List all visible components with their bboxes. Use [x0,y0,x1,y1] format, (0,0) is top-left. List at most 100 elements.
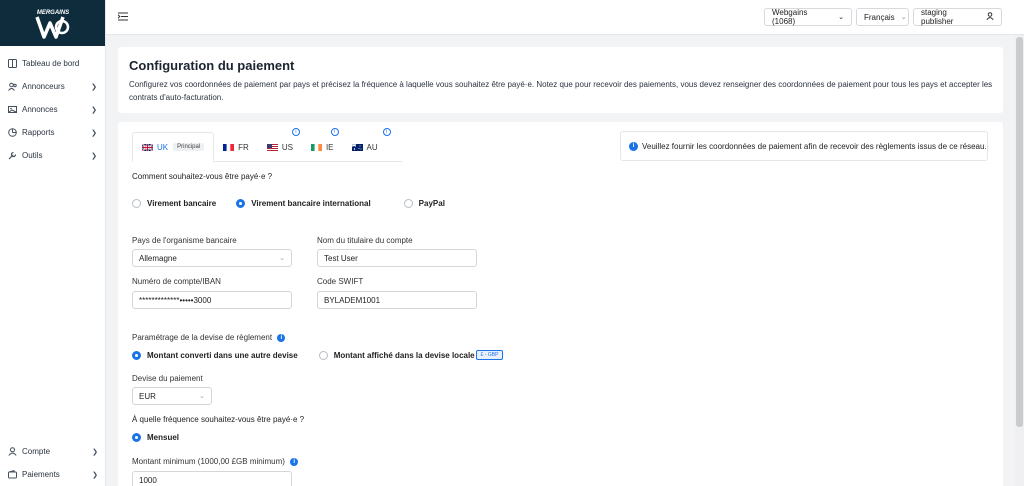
language-label: Français [864,12,895,22]
payment-currency-select[interactable]: EUR ⌄ [132,387,212,405]
radio-circle[interactable] [132,199,141,208]
wallet-icon [8,470,17,479]
help-icon[interactable]: i [290,457,299,466]
radio-circle[interactable] [318,350,328,360]
radio-label: Montant converti dans une autre devise [147,350,298,360]
tab-label: AU [366,142,378,152]
sidebar-item-label: Paiements [22,470,60,479]
sidebar-item-label: Annonces [22,105,58,114]
info-icon[interactable]: i [330,128,339,136]
radio-circle[interactable] [403,199,413,208]
logo[interactable]: MERGAINS [0,0,105,46]
sidebar-item-compte[interactable]: Compte ❯ [0,440,106,463]
collapse-menu-icon[interactable] [117,12,128,24]
sidebar-nav: Tableau de bord Annonceurs ❯ Annonces ❯ … [0,52,105,167]
tab-ie[interactable]: IE i [302,128,343,162]
radio-label: PayPal [418,199,445,208]
radio-circle-selected[interactable] [132,433,141,442]
user-label: staging publisher [921,8,954,26]
minimum-amount-input[interactable]: 1000 [132,471,292,486]
chevron-down-icon: ❯ [91,106,97,114]
user-icon [8,447,17,456]
info-icon: i [629,141,638,151]
uk-flag-icon [141,142,154,152]
sidebar-item-paiements[interactable]: Paiements ❯ [0,463,106,486]
minimum-amount-label: Montant minimum (1000,00 £GB minimum) i [132,457,299,466]
language-selector[interactable]: Français ⌄ [856,8,909,26]
sidebar-item-rapports[interactable]: Rapports ❯ [0,121,105,144]
iban-input[interactable]: *************•••••3000 [132,291,292,309]
image-icon [8,105,17,114]
radio-local-amount[interactable]: Montant affiché dans la devise locale £ … [318,350,504,360]
fr-flag-icon [223,143,235,151]
sidebar-item-label: Tableau de bord [22,59,80,68]
chevron-down-icon: ❯ [91,152,97,160]
radio-virement-international[interactable]: Virement bancaire international [236,199,371,208]
sidebar-item-label: Rapports [22,128,55,137]
info-banner: i Veuillez fournir les coordonnées de pa… [620,131,988,161]
radio-label: Virement bancaire [147,199,217,208]
payment-currency-value: EUR [139,391,156,401]
country-tabs: UK Principal FR US i IE i AU i [132,128,402,162]
wrench-icon [8,151,17,160]
page-description: Configurez vos coordonnées de paiement p… [129,80,993,102]
tab-uk[interactable]: UK Principal [132,132,215,162]
chevron-down-icon: ⌄ [279,255,285,262]
tab-label: US [281,142,293,152]
radio-paypal[interactable]: PayPal [403,199,445,208]
swift-input[interactable]: BYLADEM1001 [317,291,477,309]
info-icon[interactable]: i [291,128,300,136]
chevron-down-icon: ❯ [91,83,97,91]
frequency-question: À quelle fréquence souhaitez-vous être p… [132,415,305,424]
bank-country-select[interactable]: Allemagne ⌄ [132,249,292,267]
dashboard-icon [8,59,17,68]
swift-value: BYLADEM1001 [324,295,381,305]
help-icon[interactable]: i [277,333,286,342]
sidebar-item-label: Annonceurs [22,82,65,91]
tab-label: IE [325,142,334,152]
radio-mensuel[interactable]: Mensuel [132,433,179,442]
page-header-card: Configuration du paiement Configurez vos… [118,47,1003,113]
account-holder-input[interactable]: Test User [317,249,477,267]
sidebar-item-outils[interactable]: Outils ❯ [0,144,105,167]
radio-label: Montant affiché dans la devise locale [333,350,475,360]
mergains-logo-icon: MERGAINS [34,10,69,39]
sidebar-item-label: Compte [22,447,51,456]
user-menu-button[interactable]: staging publisher [913,8,1002,26]
radio-converted-amount[interactable]: Montant converti dans une autre devise [132,350,298,360]
minimum-amount-value: 1000 [139,475,157,485]
tab-au[interactable]: AU i [343,128,391,162]
bank-country-value: Allemagne [139,253,177,263]
sidebar: MERGAINS Tableau de bord Annonceurs ❯ An… [0,0,106,486]
logo-text: MERGAINS [36,10,68,16]
radio-circle-selected[interactable] [236,199,246,208]
currency-setting-label: Paramétrage de la devise de règlement i [132,333,286,342]
gbp-chip: £ - GBP [475,350,504,360]
sidebar-item-tableau-de-bord[interactable]: Tableau de bord [0,52,105,75]
users-icon [8,82,17,91]
sidebar-item-label: Outils [22,151,43,160]
payment-method-options: Virement bancaire Virement bancaire inte… [132,199,445,208]
payment-method-question: Comment souhaitez-vous être payé·e ? [132,172,273,181]
network-selector[interactable]: Webgains (1068) ⌄ [764,8,852,26]
radio-circle-selected[interactable] [132,350,141,360]
scrollbar-thumb[interactable] [1016,37,1023,427]
chevron-down-icon: ⌄ [900,14,907,21]
sidebar-item-annonces[interactable]: Annonces ❯ [0,98,105,121]
tab-label: UK [157,142,169,152]
radio-virement-bancaire[interactable]: Virement bancaire [132,199,216,208]
radio-label: Virement bancaire international [251,199,371,208]
chevron-down-icon: ⌄ [838,14,844,21]
currency-setting-label-text: Paramétrage de la devise de règlement [132,333,273,342]
tab-us[interactable]: US i [258,128,302,162]
sidebar-item-annonceurs[interactable]: Annonceurs ❯ [0,75,105,98]
radio-label: Mensuel [147,433,180,442]
minimum-amount-label-text: Montant minimum (1000,00 £GB minimum) [132,457,285,466]
currency-setting-options: Montant converti dans une autre devise M… [132,350,504,360]
bank-country-label: Pays de l'organisme bancaire [132,236,237,245]
tab-fr[interactable]: FR [214,132,258,162]
iban-label: Numéro de compte/IBAN [132,277,221,286]
user-icon [986,12,994,22]
chevron-down-icon: ❯ [91,129,97,137]
info-icon[interactable]: i [382,128,391,136]
